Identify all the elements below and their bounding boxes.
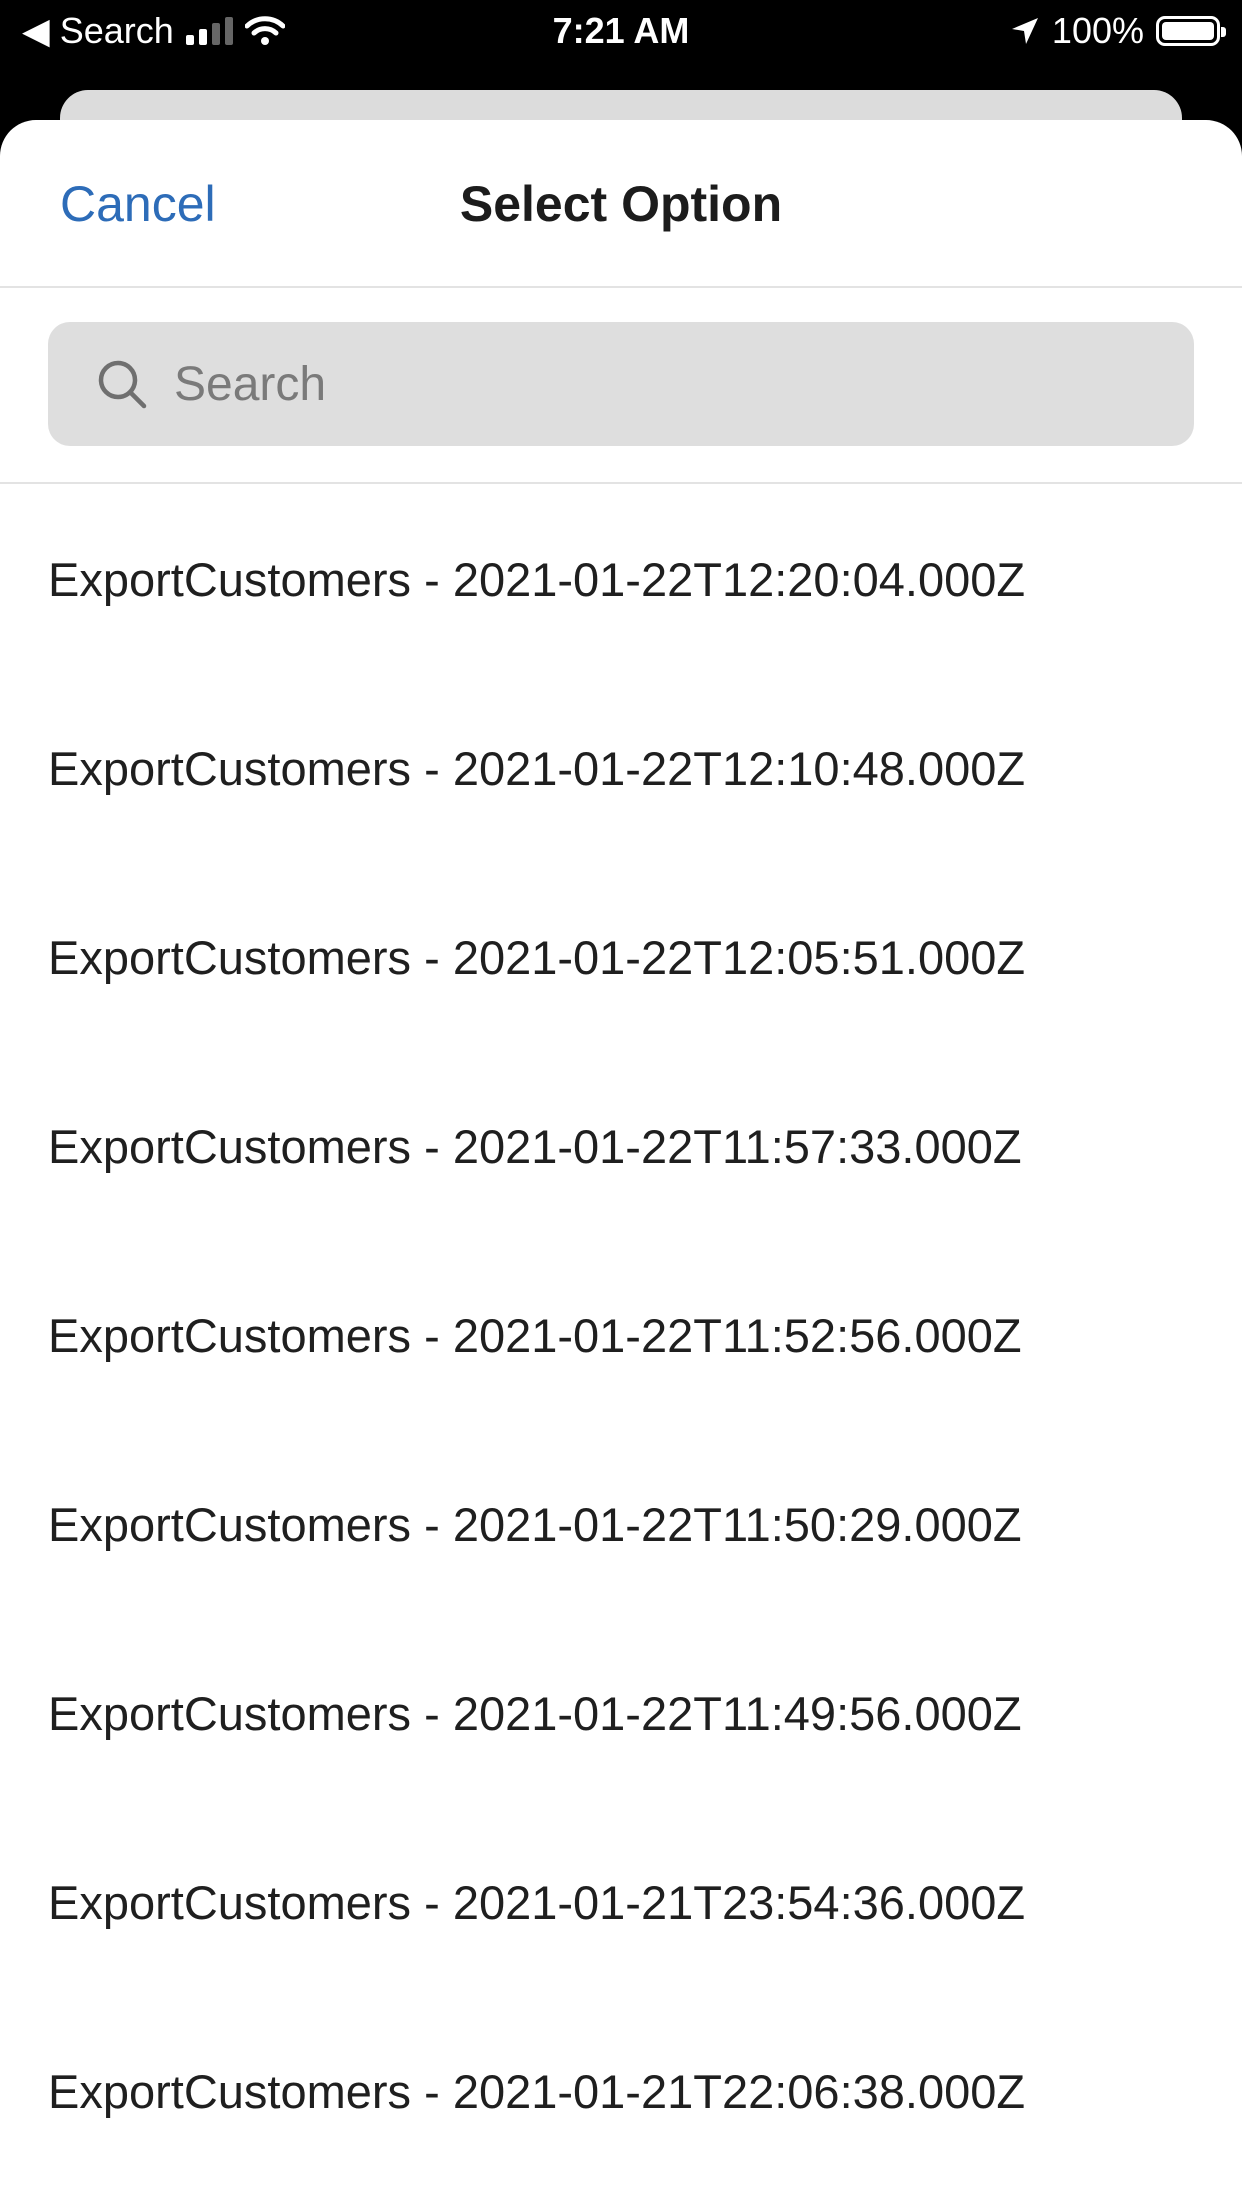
search-area: [0, 288, 1242, 484]
select-option-sheet: Cancel Select Option ExportCustomers - 2…: [0, 120, 1242, 2208]
list-item[interactable]: ExportCustomers - 2021-01-22T12:05:51.00…: [0, 863, 1242, 1052]
status-bar: ◀ Search 7:21 AM 100%: [0, 0, 1242, 62]
list-item[interactable]: ExportCustomers - 2021-01-22T11:50:29.00…: [0, 1430, 1242, 1619]
list-item[interactable]: ExportCustomers - 2021-01-21T23:54:36.00…: [0, 1808, 1242, 1997]
battery-percent: 100%: [1051, 10, 1144, 51]
search-icon: [98, 360, 147, 409]
battery-icon: [1156, 16, 1226, 46]
search-input[interactable]: [172, 355, 1072, 413]
location-arrow-icon: [1011, 18, 1038, 44]
sheet-header: Cancel Select Option: [0, 120, 1242, 288]
search-box[interactable]: [48, 322, 1194, 446]
list-item[interactable]: ExportCustomers - 2021-01-22T11:57:33.00…: [0, 1052, 1242, 1241]
status-bar-right: 100%: [1010, 8, 1226, 54]
list-item[interactable]: ExportCustomers - 2021-01-22T12:20:04.00…: [0, 484, 1242, 674]
cancel-button[interactable]: Cancel: [60, 120, 216, 288]
list-item[interactable]: ExportCustomers - 2021-01-22T11:49:56.00…: [0, 1619, 1242, 1808]
list-item[interactable]: ExportCustomers - 2021-01-21T22:06:38.00…: [0, 1997, 1242, 2186]
option-list: ExportCustomers - 2021-01-22T12:20:04.00…: [0, 484, 1242, 2186]
list-item[interactable]: ExportCustomers - 2021-01-22T11:52:56.00…: [0, 1241, 1242, 1430]
list-item[interactable]: ExportCustomers - 2021-01-22T12:10:48.00…: [0, 674, 1242, 863]
